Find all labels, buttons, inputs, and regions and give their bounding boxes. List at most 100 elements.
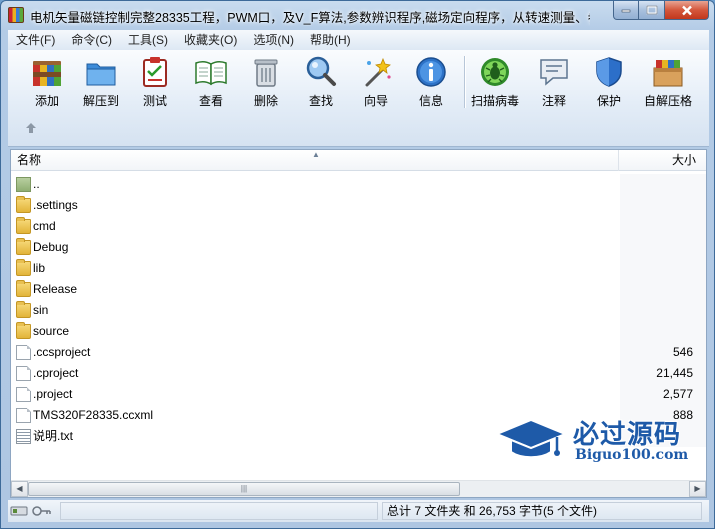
file-size [620,300,706,321]
extract-folder-icon [86,63,116,86]
file-rows: .. .settings cmd Debug lib Release sin source .c… [11,174,706,447]
scan-virus-button[interactable]: 扫描病毒 [468,55,522,111]
file-row[interactable]: .. [11,174,706,195]
add-label: 添加 [34,94,59,108]
scroll-right-button[interactable]: ▶ [689,481,706,497]
file-size: 21,445 [620,363,706,384]
protect-shield-icon [596,57,622,87]
sfx-button[interactable]: 自解压格 [641,55,695,111]
file-name: lib [33,261,46,275]
horizontal-scrollbar[interactable]: ◀ ||| ▶ [11,480,706,497]
view-book-icon [195,60,227,86]
menu-options[interactable]: 选项(N) [245,30,302,50]
file-row[interactable]: Debug [11,237,706,258]
minimize-button[interactable] [613,1,639,20]
menu-commands[interactable]: 命令(C) [63,30,120,50]
column-size[interactable]: 大小 [620,150,706,171]
winrar-window: 电机矢量磁链控制完整28335工程，PWM口，及V_F算法,参数辨识程序,磁场定… [0,0,715,529]
title-bar[interactable]: 电机矢量磁链控制完整28335工程，PWM口，及V_F算法,参数辨识程序,磁场定… [1,1,714,28]
sfx-archive-box-icon [653,60,683,87]
menu-bar: 文件(F) 命令(C) 工具(S) 收藏夹(O) 选项(N) 帮助(H) [8,30,709,50]
status-summary: 总计 7 文件夹 和 26,753 字节(5 个文件) [382,502,702,520]
view-label: 查看 [198,94,223,108]
file-name: 说明.txt [33,429,74,443]
file-size [620,258,706,279]
parent-folder-icon [16,177,31,192]
scroll-left-button[interactable]: ◀ [11,481,28,497]
maximize-button[interactable] [639,1,665,20]
file-row[interactable]: .settings [11,195,706,216]
wizard-wand-icon [365,57,391,87]
file-icon [16,366,31,381]
up-folder-arrow-icon[interactable] [24,121,38,135]
file-row[interactable]: .cproject 21,445 [11,363,706,384]
file-icon [16,408,31,423]
test-label: 测试 [142,94,167,108]
extract-label: 解压到 [82,94,119,108]
file-row[interactable]: sin [11,300,706,321]
comment-button[interactable]: 注释 [527,55,581,111]
menu-help[interactable]: 帮助(H) [302,30,359,50]
file-name: .ccsproject [33,345,91,359]
menu-tools[interactable]: 工具(S) [120,30,176,50]
status-bar: 总计 7 文件夹 和 26,753 字节(5 个文件) [8,500,709,522]
folder-icon [16,280,31,297]
test-button[interactable]: 测试 [128,55,182,111]
winrar-app-icon[interactable] [8,7,24,23]
file-row[interactable]: lib [11,258,706,279]
file-name: Debug [33,240,69,254]
add-button[interactable]: 添加 [20,55,74,111]
add-archive-icon [33,61,61,86]
folder-icon [16,238,31,255]
window-title: 电机矢量磁链控制完整28335工程，PWM口，及V_F算法,参数辨识程序,磁场定… [30,11,590,25]
file-icon [16,345,31,360]
file-size [620,321,706,342]
file-row[interactable]: .project 2,577 [11,384,706,405]
info-button[interactable]: 信息 [404,55,458,111]
graduation-cap-icon [495,418,565,459]
file-size [620,216,706,237]
file-size [620,195,706,216]
close-icon [681,5,692,15]
wizard-label: 向导 [363,94,388,108]
file-row[interactable]: Release [11,279,706,300]
file-size [620,174,706,195]
delete-label: 删除 [253,94,278,108]
folder-icon [16,217,31,234]
view-button[interactable]: 查看 [184,55,238,111]
file-name: source [33,324,70,338]
file-name: TMS320F28335.ccxml [33,408,154,422]
menu-file[interactable]: 文件(F) [8,30,63,50]
comment-icon [540,59,568,86]
file-name: .project [33,387,73,401]
extract-button[interactable]: 解压到 [74,55,128,111]
folder-icon [16,196,31,213]
file-icon [16,387,31,402]
folder-icon [16,322,31,339]
menu-favorites[interactable]: 收藏夹(O) [176,30,245,50]
sfx-label: 自解压格 [643,94,692,108]
info-icon [416,57,446,87]
status-selection-panel [60,502,378,520]
file-row[interactable]: source [11,321,706,342]
file-row[interactable]: cmd [11,216,706,237]
protect-label: 保护 [596,94,621,108]
find-button[interactable]: 查找 [294,55,348,111]
file-name: .settings [33,198,78,212]
drive-key-icon[interactable] [10,505,52,517]
file-name: cmd [33,219,56,233]
file-size [620,237,706,258]
close-button[interactable] [665,1,709,20]
file-row[interactable]: .ccsproject 546 [11,342,706,363]
wizard-button[interactable]: 向导 [349,55,403,111]
watermark-logo: 必过源码 Biguo100.com [495,414,695,468]
delete-button[interactable]: 删除 [239,55,293,111]
protect-button[interactable]: 保护 [582,55,636,111]
find-label: 查找 [308,94,333,108]
text-file-icon [16,429,31,444]
folder-icon [16,301,31,318]
scroll-thumb[interactable]: ||| [28,482,460,496]
file-name: sin [33,303,49,317]
scan-virus-label: 扫描病毒 [470,94,519,108]
folder-icon [16,259,31,276]
